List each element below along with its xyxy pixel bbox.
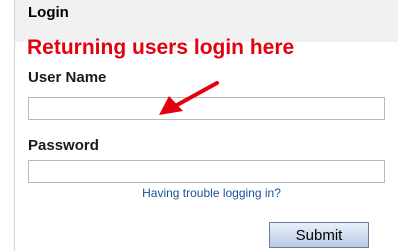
red-arrow-icon <box>159 81 219 115</box>
password-label: Password <box>28 137 99 154</box>
trouble-logging-in-link[interactable]: Having trouble logging in? <box>15 186 398 200</box>
login-panel: Login Returning users login here User Na… <box>14 0 398 251</box>
annotation-text: Returning users login here <box>27 36 295 59</box>
username-label: User Name <box>28 69 107 86</box>
submit-button[interactable]: Submit <box>269 222 369 248</box>
password-input[interactable] <box>28 160 385 183</box>
login-title: Login <box>28 4 69 21</box>
